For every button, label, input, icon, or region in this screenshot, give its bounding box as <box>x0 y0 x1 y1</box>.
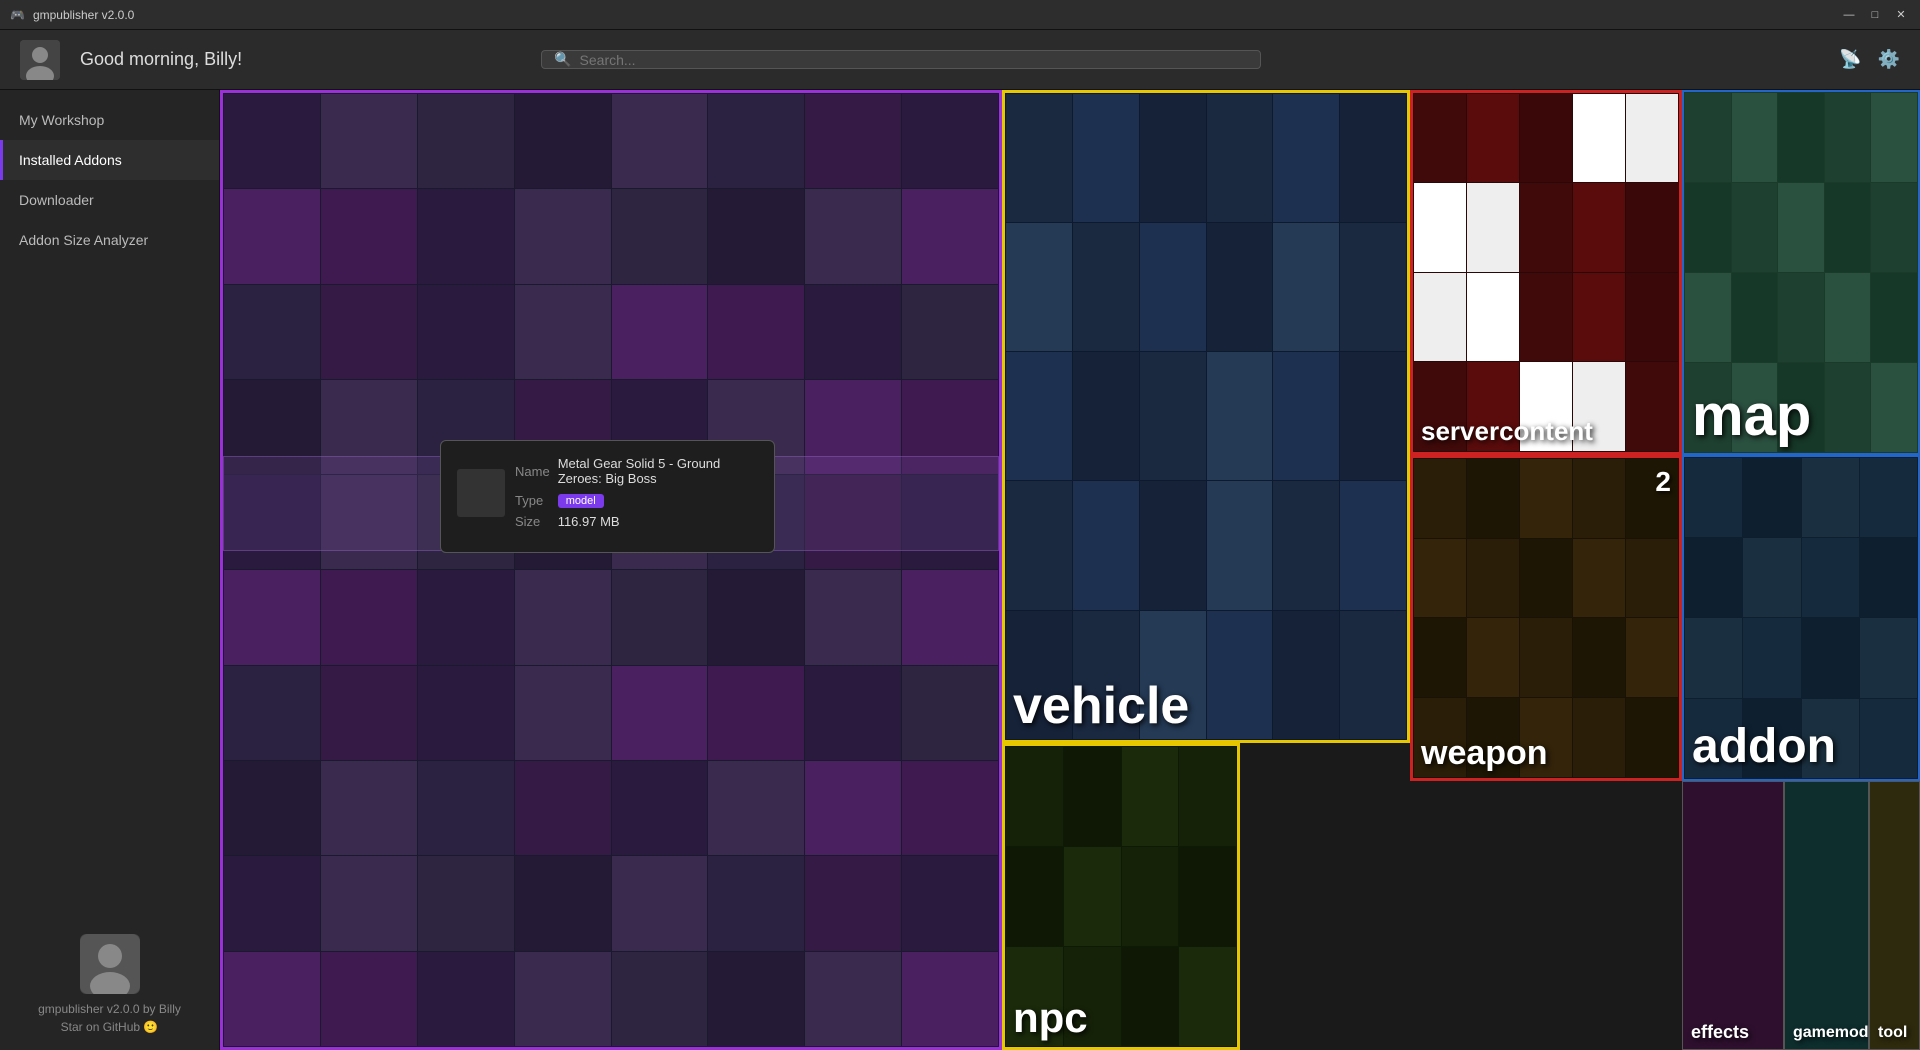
vehicle-grid <box>1005 93 1407 740</box>
main-content: vehicle servercontent <box>220 90 1920 1050</box>
app: Good morning, Billy! 🔍 📡 ⚙️ My Workshop … <box>0 30 1920 1050</box>
header-right: 📡 ⚙️ <box>1839 49 1900 70</box>
servercontent-grid <box>1413 93 1679 452</box>
notifications-icon[interactable]: 📡 <box>1839 49 1861 70</box>
model-hover-row <box>223 456 999 551</box>
maximize-button[interactable]: □ <box>1866 6 1884 24</box>
greeting-text: Good morning, Billy! <box>80 49 242 70</box>
sidebar-star-link[interactable]: Star on GitHub 🙂 <box>16 1020 203 1034</box>
tool-label: tool <box>1878 1025 1911 1041</box>
addon-grid <box>1684 457 1918 779</box>
body: My Workshop Installed Addons Downloader … <box>0 90 1920 1050</box>
close-button[interactable]: ✕ <box>1892 6 1910 24</box>
weapon-grid <box>1413 458 1679 778</box>
header: Good morning, Billy! 🔍 📡 ⚙️ <box>0 30 1920 90</box>
avatar <box>20 40 60 80</box>
search-icon: 🔍 <box>554 51 571 68</box>
search-bar: 🔍 <box>541 50 1261 69</box>
model-grid <box>223 93 999 1047</box>
sidebar: My Workshop Installed Addons Downloader … <box>0 90 220 1050</box>
treemap: vehicle servercontent <box>220 90 1920 1050</box>
sidebar-item-installed-addons[interactable]: Installed Addons <box>0 140 219 180</box>
sidebar-app-name: gmpublisher v2.0.0 by Billy <box>16 1002 203 1016</box>
sidebar-item-my-workshop[interactable]: My Workshop <box>0 100 219 140</box>
npc-grid <box>1005 746 1237 1047</box>
sidebar-nav: My Workshop Installed Addons Downloader … <box>0 100 219 260</box>
sidebar-item-addon-size-analyzer[interactable]: Addon Size Analyzer <box>0 220 219 260</box>
treemap-cell-addon[interactable]: addon <box>1682 455 1920 781</box>
gamemode-label: gamemode <box>1793 1025 1860 1041</box>
sidebar-avatar <box>80 934 140 994</box>
treemap-cell-effects[interactable]: effects <box>1682 781 1784 1050</box>
map-grid <box>1684 92 1918 453</box>
minimize-button[interactable]: — <box>1840 6 1858 24</box>
titlebar-title: gmpublisher v2.0.0 <box>33 8 134 22</box>
settings-icon[interactable]: ⚙️ <box>1878 49 1900 70</box>
treemap-cell-tool[interactable]: tool <box>1869 781 1920 1050</box>
treemap-cell-weapon[interactable]: 2 weapon <box>1410 455 1682 781</box>
treemap-cell-servercontent[interactable]: servercontent <box>1410 90 1682 455</box>
search-input[interactable] <box>580 52 1249 68</box>
treemap-cell-npc[interactable]: npc <box>1002 743 1240 1050</box>
titlebar-left: 🎮 gmpublisher v2.0.0 <box>10 8 134 22</box>
titlebar: 🎮 gmpublisher v2.0.0 — □ ✕ <box>0 0 1920 30</box>
treemap-cell-model[interactable] <box>220 90 1002 1050</box>
weapon-count: 2 <box>1655 466 1671 498</box>
effects-label: effects <box>1691 1023 1775 1041</box>
sidebar-item-downloader[interactable]: Downloader <box>0 180 219 220</box>
treemap-cell-map[interactable]: map <box>1682 90 1920 455</box>
titlebar-controls: — □ ✕ <box>1840 6 1910 24</box>
treemap-cell-gamemode[interactable]: gamemode <box>1784 781 1869 1050</box>
treemap-cell-vehicle[interactable]: vehicle <box>1002 90 1410 743</box>
sidebar-footer: gmpublisher v2.0.0 by Billy Star on GitH… <box>0 918 219 1050</box>
app-icon: 🎮 <box>10 8 25 22</box>
